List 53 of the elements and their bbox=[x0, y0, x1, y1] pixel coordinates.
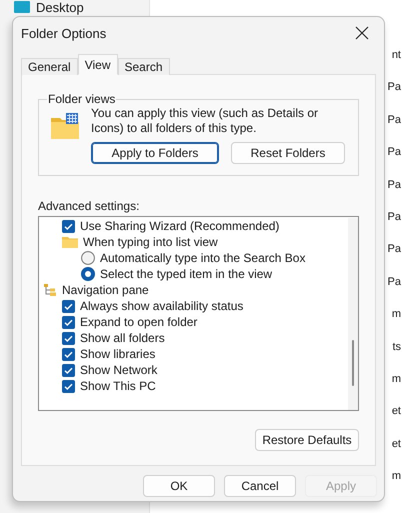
folder-view-button[interactable]: Apply to Folders bbox=[91, 142, 219, 164]
radio-button[interactable] bbox=[81, 267, 95, 281]
desktop-icon bbox=[14, 0, 30, 14]
setting-label[interactable]: Navigation pane bbox=[62, 283, 149, 297]
file-list-text: m bbox=[392, 470, 401, 484]
tab[interactable]: View bbox=[78, 54, 118, 75]
dialog-button[interactable]: Cancel bbox=[224, 475, 296, 497]
checkbox[interactable] bbox=[62, 300, 75, 312]
restore-defaults-button[interactable]: Restore Defaults bbox=[255, 429, 359, 451]
scrollbar-thumb[interactable] bbox=[352, 340, 354, 386]
group-title: Folder views bbox=[47, 92, 116, 106]
file-list-text: Pa bbox=[388, 243, 401, 258]
file-list-text: Pa bbox=[388, 114, 401, 128]
folder-view-button[interactable]: Reset Folders bbox=[231, 142, 345, 164]
file-list-text: Pa bbox=[388, 178, 401, 193]
checkbox[interactable] bbox=[62, 380, 75, 392]
file-list-text: ts bbox=[392, 340, 401, 355]
setting-label[interactable]: Show This PC bbox=[80, 379, 156, 393]
checkbox[interactable] bbox=[62, 332, 75, 344]
window-title: Folder Options bbox=[21, 26, 106, 40]
file-list-text: et bbox=[392, 405, 401, 420]
close-icon bbox=[355, 26, 369, 40]
file-list-text: Pa bbox=[388, 210, 401, 225]
checkbox[interactable] bbox=[62, 364, 75, 376]
setting-label[interactable]: Always show availability status bbox=[80, 299, 244, 313]
file-list-text: Pa bbox=[388, 146, 401, 160]
setting-label[interactable]: When typing into list view bbox=[83, 235, 218, 249]
dialog-button[interactable]: OK bbox=[143, 475, 215, 497]
file-list-text: Pa bbox=[388, 276, 401, 290]
file-list-text: et bbox=[392, 438, 401, 452]
folder-icon bbox=[62, 236, 78, 248]
checkbox[interactable] bbox=[62, 220, 75, 232]
description-text: You can apply this view (such as Details or Icons) to all folders of this type. bbox=[91, 106, 320, 136]
checkbox[interactable] bbox=[62, 348, 75, 360]
file-list-text: m bbox=[392, 372, 401, 387]
setting-label[interactable]: Show libraries bbox=[80, 347, 156, 361]
tab[interactable]: General bbox=[21, 58, 78, 75]
setting-label[interactable]: Use Sharing Wizard (Recommended) bbox=[80, 219, 280, 233]
radio-button[interactable] bbox=[81, 251, 95, 265]
setting-label[interactable]: Automatically type into the Search Box bbox=[100, 251, 306, 265]
file-list-text: m bbox=[392, 308, 401, 322]
sidebar-item[interactable]: Desktop bbox=[36, 0, 84, 15]
tab[interactable]: Search bbox=[118, 58, 170, 75]
tree-icon bbox=[43, 283, 57, 297]
checkbox[interactable] bbox=[62, 316, 75, 328]
file-list-text: Pa bbox=[388, 81, 401, 96]
setting-label[interactable]: Expand to open folder bbox=[80, 315, 198, 329]
setting-label[interactable]: Select the typed item in the view bbox=[100, 267, 272, 281]
folder-icon bbox=[49, 110, 79, 140]
setting-label[interactable]: Show all folders bbox=[80, 331, 165, 345]
file-list-text: nt bbox=[392, 49, 401, 63]
section-label: Advanced settings: bbox=[38, 199, 140, 213]
setting-label[interactable]: Show Network bbox=[80, 363, 158, 377]
